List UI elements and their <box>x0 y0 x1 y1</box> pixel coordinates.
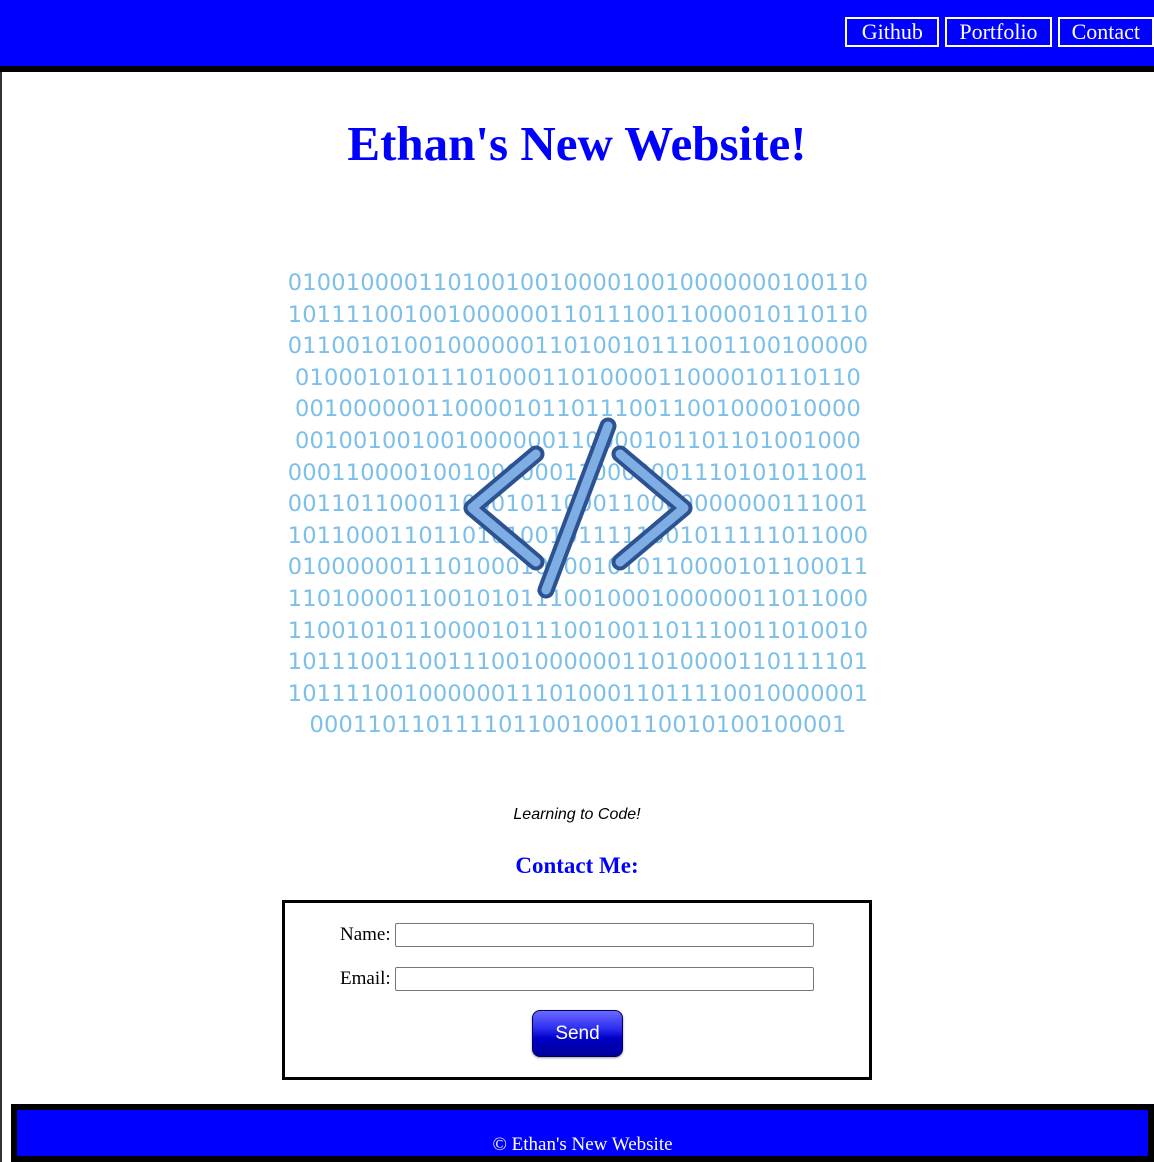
page-title: Ethan's New Website! <box>347 116 807 171</box>
hero-image: 0100100001101001001000010010000000100110… <box>282 268 874 748</box>
name-row: Name: <box>340 922 814 948</box>
top-nav: Github Portfolio Contact <box>845 17 1154 47</box>
footer-text: © Ethan's New Website <box>17 1110 1148 1156</box>
code-brackets-icon <box>463 417 693 599</box>
contact-heading: Contact Me: <box>515 853 639 878</box>
nav-link-contact[interactable]: Contact <box>1057 17 1154 47</box>
email-label: Email: <box>340 968 391 989</box>
site-header: Github Portfolio Contact <box>0 0 1154 72</box>
email-row: Email: <box>340 966 814 992</box>
hero-caption: Learning to Code! <box>513 806 641 823</box>
name-input[interactable] <box>395 923 814 947</box>
name-label: Name: <box>340 924 391 945</box>
send-button[interactable]: Send <box>532 1010 623 1057</box>
contact-form: Name: Email: Send <box>282 900 872 1080</box>
site-footer: © Ethan's New Website <box>11 1104 1154 1162</box>
nav-link-portfolio[interactable]: Portfolio <box>945 17 1052 47</box>
email-input[interactable] <box>395 967 814 991</box>
nav-link-github[interactable]: Github <box>845 17 940 47</box>
